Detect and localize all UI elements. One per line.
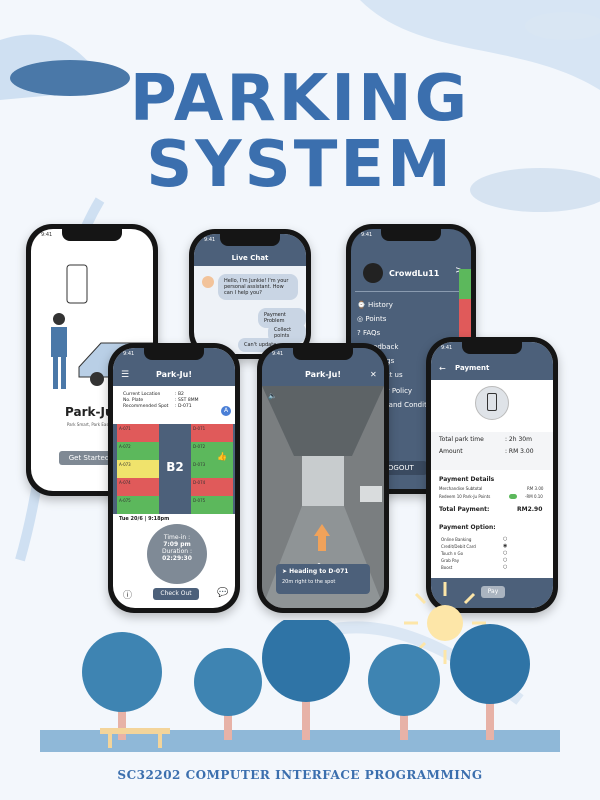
total-park-value: : 2h 30m bbox=[505, 436, 532, 443]
bot-message: Hello, I'm Junkie! I'm your personal ass… bbox=[218, 274, 298, 300]
redeem-label: Redeem 10 Park-Ju Points bbox=[439, 494, 491, 499]
menu-item-label: History bbox=[367, 301, 393, 309]
label-recommended: Recommended Spot bbox=[123, 404, 169, 409]
redeem-toggle[interactable] bbox=[509, 494, 517, 499]
heading-label: Heading to D-071 bbox=[289, 568, 349, 575]
radio-icon[interactable]: ○ bbox=[503, 536, 507, 543]
title-line-2: SYSTEM bbox=[146, 128, 454, 202]
radio-icon[interactable]: ○ bbox=[503, 550, 507, 557]
navigation-header: Park-Ju! bbox=[305, 370, 341, 379]
merch-value: RM 3.00 bbox=[527, 486, 544, 491]
amount-label: Amount bbox=[439, 448, 463, 455]
option-tng[interactable]: Touch n Go bbox=[441, 550, 476, 557]
option-online-banking[interactable]: Online Banking bbox=[441, 536, 476, 543]
instruction-text: 20m right to the spot bbox=[282, 579, 336, 585]
option-boost[interactable]: Boost bbox=[441, 564, 476, 571]
menu-item-label: FAQs bbox=[362, 329, 381, 337]
live-chat-title: Live Chat bbox=[231, 254, 269, 262]
duration-value: 02:29:30 bbox=[162, 555, 192, 562]
menu-username: CrowdLu11 bbox=[389, 269, 440, 278]
merch-label: Merchandise Subtotal bbox=[439, 486, 483, 491]
total-park-label: Total park time bbox=[439, 436, 484, 443]
user-avatar bbox=[363, 263, 383, 283]
poster: PARKING SYSTEM 9:41 Park-Ju! Park Smart,… bbox=[0, 0, 600, 800]
radio-icon[interactable]: ○ bbox=[503, 557, 507, 564]
menu-item-faqs[interactable]: ? FAQs bbox=[357, 329, 380, 337]
check-out-button[interactable]: Check Out bbox=[153, 588, 199, 600]
title-line-1: PARKING bbox=[129, 62, 471, 136]
chat-icon[interactable]: 💬 bbox=[217, 588, 228, 598]
spot-a075[interactable]: A-075 bbox=[117, 496, 159, 514]
spot-a074[interactable]: A-074 bbox=[117, 478, 159, 496]
total-payment-label: Total Payment: bbox=[439, 506, 490, 513]
parking-header: Park-Ju! bbox=[156, 370, 192, 379]
close-icon[interactable]: ✕ bbox=[370, 370, 377, 379]
radio-icon[interactable]: ○ bbox=[503, 564, 507, 571]
menu-item-history[interactable]: ⌚ History bbox=[357, 301, 393, 309]
speaker-icon[interactable]: 🔈 bbox=[268, 392, 277, 400]
option-grab[interactable]: Grab Pay bbox=[441, 557, 476, 564]
spot-a073[interactable]: A-073 bbox=[117, 460, 159, 478]
spot-d075[interactable]: D-075 bbox=[191, 496, 233, 514]
payment-details-title: Payment Details bbox=[439, 476, 495, 483]
spot-a071[interactable]: A-071 bbox=[117, 424, 159, 442]
payment-option-title: Payment Option: bbox=[439, 524, 496, 531]
bot-avatar bbox=[202, 276, 214, 288]
duration-label: Duration : bbox=[162, 548, 192, 555]
phone-parking: 9:41 ☰ Park-Ju! Current Location No. Pla… bbox=[108, 343, 240, 613]
value-recommended: : D-071 bbox=[175, 404, 192, 409]
spot-d071[interactable]: D-071 bbox=[191, 424, 233, 442]
phone-live-chat: 9:41 Live Chat Hello, I'm Junkie! I'm yo… bbox=[189, 229, 311, 359]
spot-a072[interactable]: A-072 bbox=[117, 442, 159, 460]
payment-phone-icon bbox=[475, 386, 509, 420]
redeem-value: -RM 0.10 bbox=[525, 494, 543, 499]
menu-item-label: Points bbox=[365, 315, 387, 323]
info-icon[interactable]: ⓘ bbox=[123, 588, 132, 601]
payment-header: Payment bbox=[455, 364, 490, 372]
footer-course: SC32202 COMPUTER INTERFACE PROGRAMMING bbox=[117, 768, 483, 782]
amount-value: : RM 3.00 bbox=[505, 448, 534, 455]
menu-item-points[interactable]: ◎ Points bbox=[357, 315, 386, 323]
total-payment-value: RM2.90 bbox=[517, 506, 543, 513]
thumbs-up-icon: 👍 bbox=[217, 452, 227, 461]
time-in-value: 7:09 pm bbox=[163, 541, 191, 548]
phone-payment: 9:41 ← Payment Total park time : 2h 30m … bbox=[426, 337, 558, 613]
spot-d074[interactable]: D-074 bbox=[191, 478, 233, 496]
spot-d073[interactable]: D-073 bbox=[191, 460, 233, 478]
timer-circle: Time-in : 7:09 pm Duration : 02:29:30 bbox=[147, 524, 207, 584]
time-in-label: Time-in : bbox=[163, 534, 191, 541]
heading-text: ➤ Heading to D-071 bbox=[282, 568, 349, 575]
back-arrow-icon[interactable]: ← bbox=[439, 364, 446, 373]
phone-navigation: 9:41 Park-Ju! ✕ 🔈 ︿ ➤ Heading to D-071 2… bbox=[257, 343, 389, 613]
trees-illustration bbox=[40, 620, 560, 752]
level-label: B2 bbox=[166, 460, 184, 474]
accessibility-icon[interactable]: A bbox=[221, 406, 231, 416]
date-time: Tue 20/6 | 9:18pm bbox=[119, 516, 170, 522]
option-card[interactable]: Credit/Debit Card bbox=[441, 543, 476, 550]
radio-checked-icon[interactable]: ◉ bbox=[503, 543, 507, 550]
